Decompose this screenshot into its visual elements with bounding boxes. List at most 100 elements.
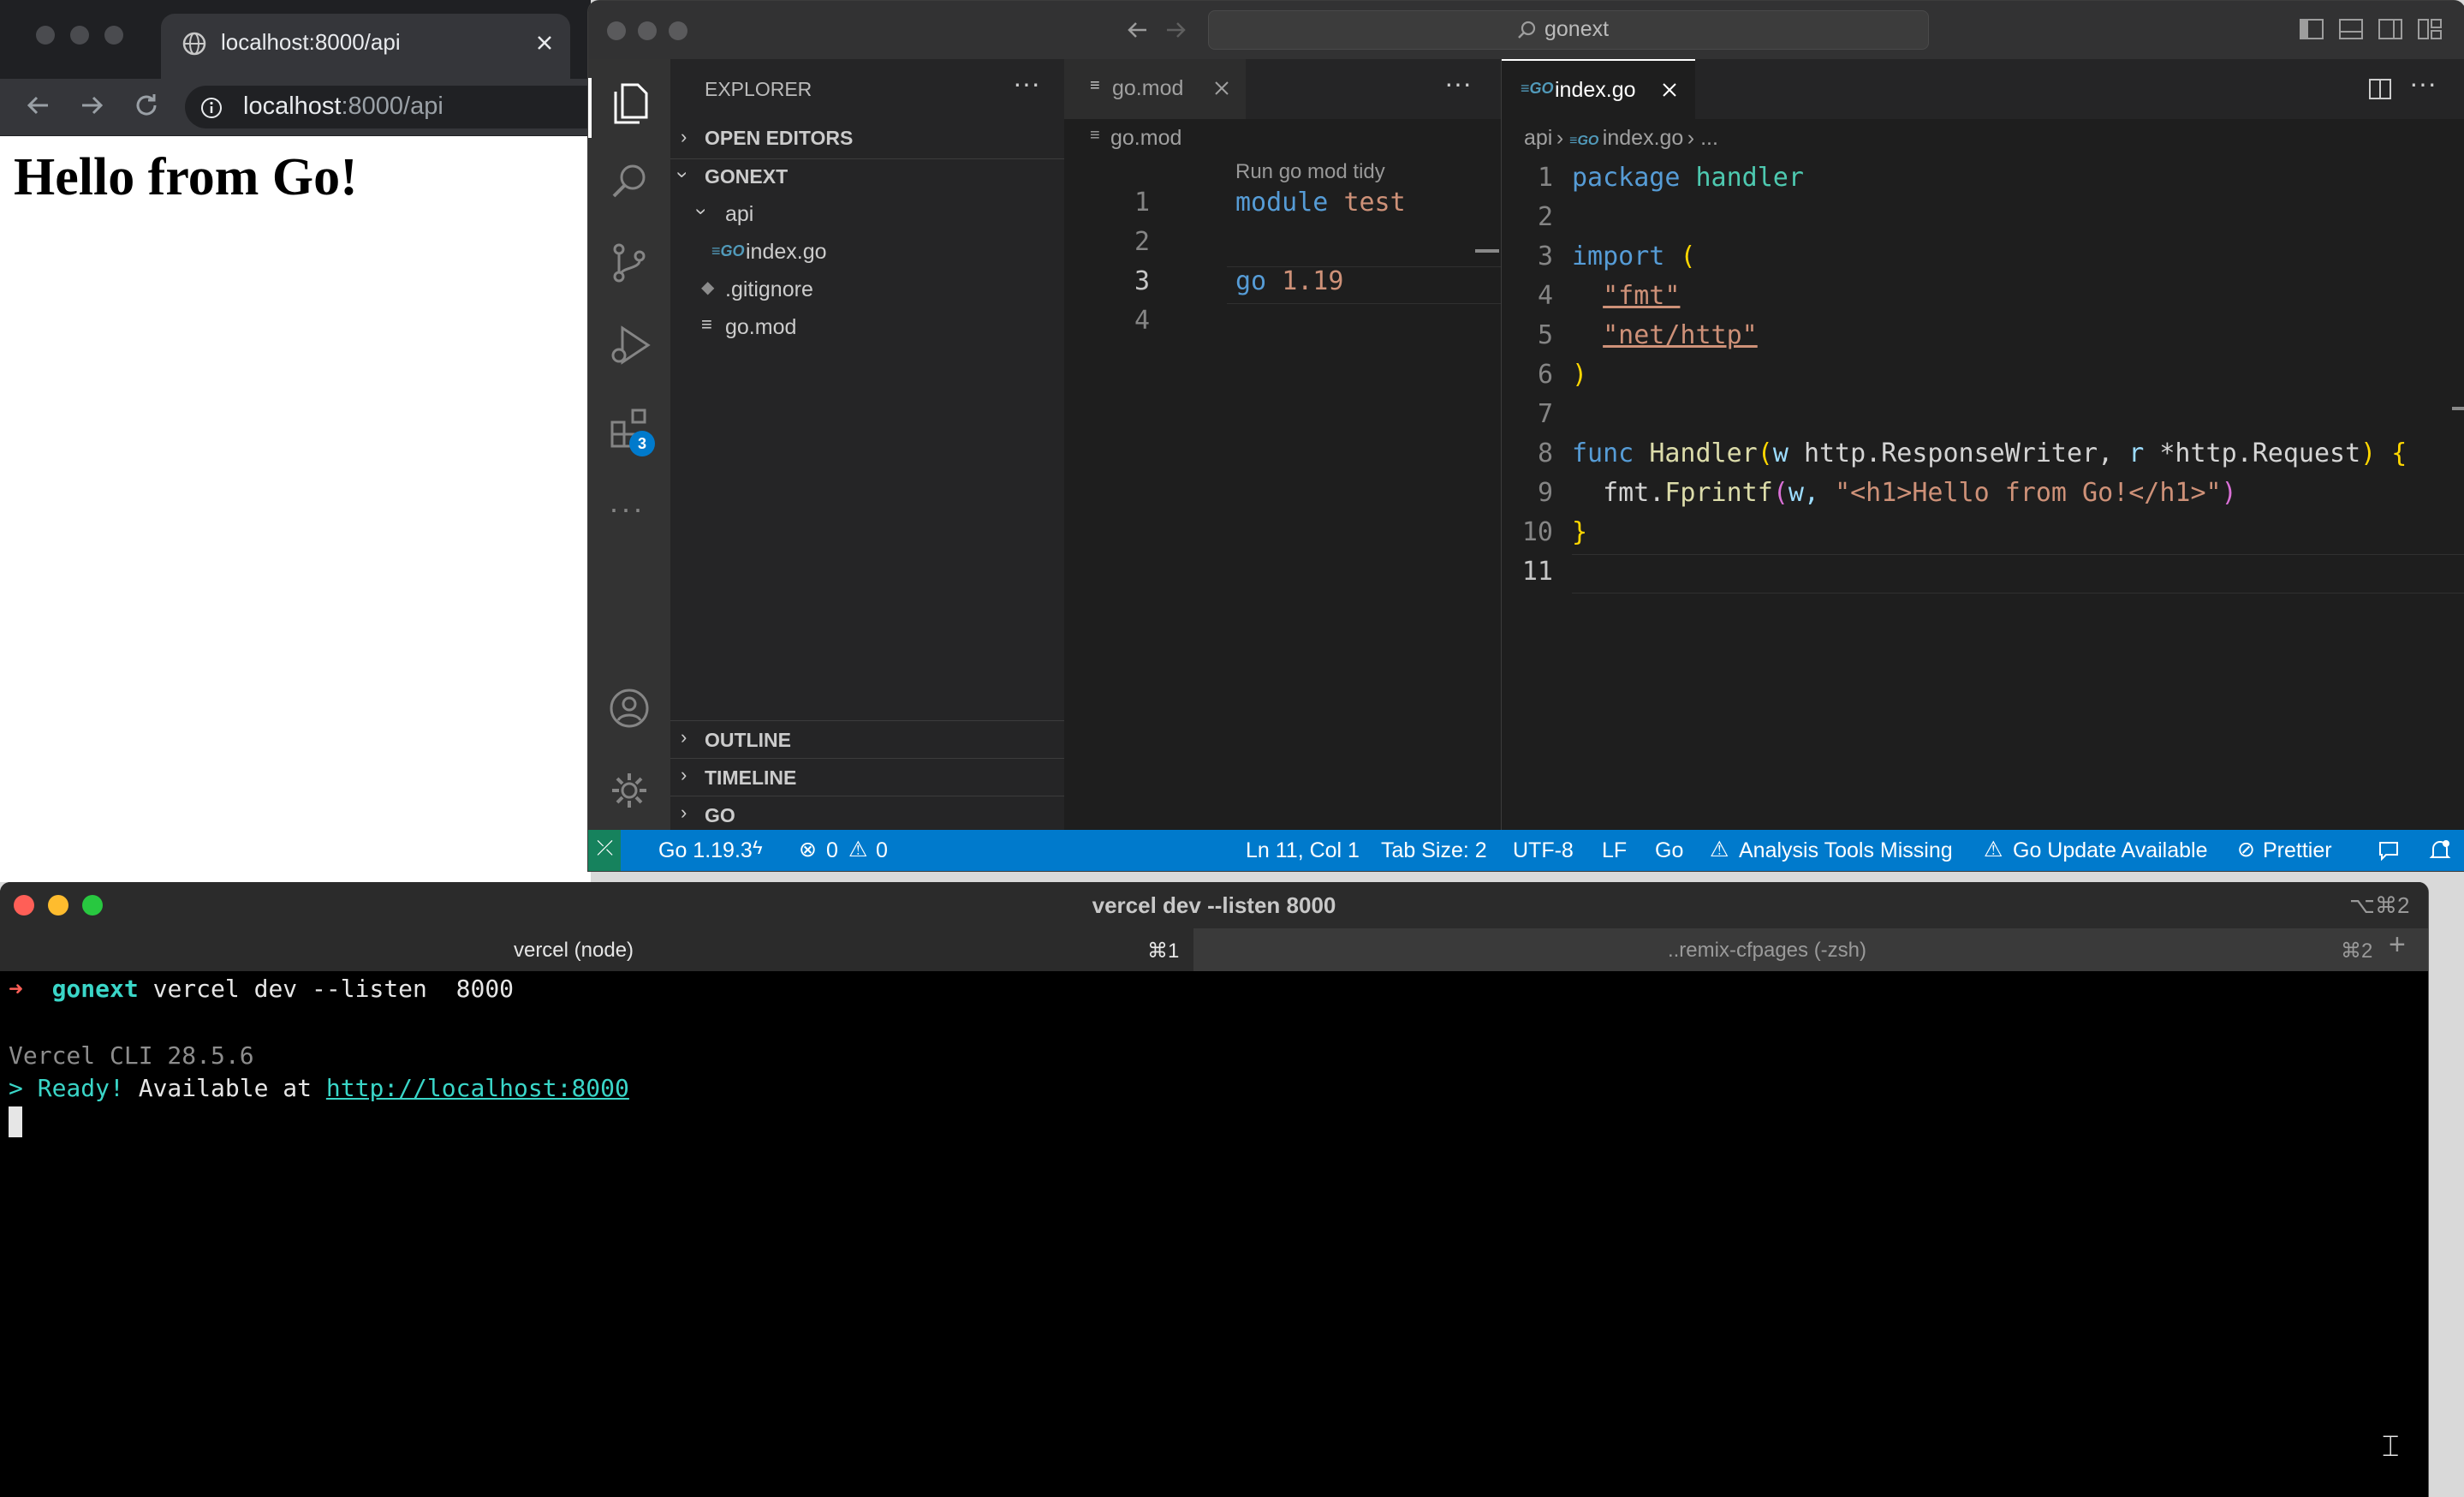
reload-icon[interactable] bbox=[132, 91, 161, 120]
go-update-status[interactable]: Go Update Available bbox=[2013, 838, 2207, 863]
code-line-3[interactable]: go 1.19 bbox=[1235, 266, 1343, 296]
prettier-status[interactable]: Prettier bbox=[2263, 838, 2332, 863]
chevron-right-icon: › bbox=[681, 126, 687, 147]
go-version-status[interactable]: Go 1.19.3 bbox=[658, 838, 753, 863]
analysis-tools-status[interactable]: Analysis Tools Missing bbox=[1739, 838, 1953, 863]
nav-forward-icon[interactable] bbox=[1164, 18, 1187, 42]
feedback-icon[interactable] bbox=[2378, 840, 2400, 861]
localhost-link[interactable]: http://localhost:8000 bbox=[326, 1074, 629, 1102]
line-endings[interactable]: LF bbox=[1602, 838, 1627, 863]
back-arrow-icon[interactable] bbox=[24, 91, 53, 120]
explorer-more-icon[interactable]: ··· bbox=[1013, 68, 1040, 99]
error-icon: ⊗ bbox=[799, 838, 817, 862]
editor-group-gomod: ≡ go.mod ··· ≡ go.mod Run go mod tidy 1 … bbox=[1064, 59, 1501, 830]
new-tab-plus-icon[interactable]: + bbox=[2389, 928, 2406, 962]
info-icon[interactable] bbox=[200, 97, 223, 119]
browser-tab-title: localhost:8000/api bbox=[221, 29, 401, 55]
timeline-section[interactable]: › TIMELINE bbox=[670, 758, 1064, 795]
settings-gear-icon[interactable] bbox=[609, 770, 650, 811]
browser-tab[interactable]: localhost:8000/api bbox=[161, 14, 570, 79]
line-number: 4 bbox=[1134, 306, 1150, 336]
breadcrumb[interactable]: api › ≡GO index.go › ... bbox=[1524, 126, 1718, 151]
split-editor-icon[interactable] bbox=[2368, 78, 2392, 100]
file-lines-icon: ≡ bbox=[701, 313, 712, 335]
code-line-3[interactable]: import ( bbox=[1572, 242, 1696, 271]
close-tab-icon[interactable] bbox=[534, 33, 555, 53]
line-number: 1 bbox=[1134, 188, 1150, 218]
codelens-mod-tidy[interactable]: Run go mod tidy bbox=[1235, 160, 1385, 184]
window-zoom-button[interactable] bbox=[669, 21, 687, 40]
encoding[interactable]: UTF-8 bbox=[1513, 838, 1574, 863]
editor-more-icon[interactable]: ··· bbox=[1444, 68, 1472, 99]
tab-index-go[interactable]: ≡GO index.go bbox=[1502, 59, 1695, 121]
code-line-1[interactable]: module test bbox=[1235, 188, 1406, 218]
code-line-8[interactable]: func Handler(w http.ResponseWriter, r *h… bbox=[1572, 438, 2407, 468]
close-tab-icon[interactable] bbox=[1213, 80, 1230, 97]
source-control-icon[interactable] bbox=[609, 241, 650, 285]
toggle-sidebar-icon[interactable] bbox=[2299, 18, 2324, 40]
remote-indicator[interactable]: ⤫ bbox=[588, 830, 621, 871]
notifications-bell-icon[interactable] bbox=[2429, 838, 2451, 862]
terminal-tab-1[interactable]: vercel (node) ⌘1 bbox=[0, 928, 1193, 971]
project-section[interactable]: › GONEXT bbox=[670, 158, 1064, 194]
account-icon[interactable] bbox=[609, 688, 650, 729]
tree-item-go-mod[interactable]: ≡ go.mod bbox=[670, 309, 1064, 345]
address-bar[interactable]: localhost:8000/api bbox=[185, 86, 591, 128]
open-editors-section[interactable]: › OPEN EDITORS bbox=[670, 121, 1064, 155]
run-debug-icon[interactable] bbox=[609, 323, 653, 367]
code-line-9[interactable]: fmt.Fprintf(w, "<h1>Hello from Go!</h1>"… bbox=[1572, 478, 2237, 508]
tree-item-index-go[interactable]: ≡GO index.go bbox=[670, 234, 1064, 270]
cursor-position[interactable]: Ln 11, Col 1 bbox=[1246, 838, 1360, 863]
forward-arrow-icon[interactable] bbox=[77, 91, 106, 120]
tree-item-gitignore[interactable]: ◆ .gitignore bbox=[670, 271, 1064, 307]
terminal-tab-2[interactable]: ..remix-cfpages (-zsh) ⌘2 bbox=[1193, 928, 2384, 971]
code-line-6[interactable]: ) bbox=[1572, 360, 1587, 390]
tree-item-api[interactable]: › api bbox=[670, 196, 1064, 232]
minimap-indicator bbox=[2452, 407, 2464, 410]
warnings-count[interactable]: 0 bbox=[876, 838, 888, 863]
window-close-button[interactable] bbox=[36, 26, 55, 45]
page-heading: Hello from Go! bbox=[14, 148, 358, 206]
search-icon[interactable] bbox=[609, 160, 650, 201]
command-center-search[interactable]: gonext bbox=[1208, 10, 1929, 50]
outline-section[interactable]: › OUTLINE bbox=[670, 720, 1064, 757]
line-number: 7 bbox=[1537, 399, 1553, 429]
line-number: 1 bbox=[1537, 163, 1553, 193]
tab-go-mod[interactable]: ≡ go.mod bbox=[1064, 59, 1246, 119]
nav-back-icon[interactable] bbox=[1126, 18, 1150, 42]
language-mode[interactable]: Go bbox=[1655, 838, 1683, 863]
more-icon[interactable]: ··· bbox=[609, 491, 645, 527]
warning-icon: ⚠ bbox=[848, 838, 868, 862]
chevron-right-icon: › bbox=[681, 764, 687, 785]
terminal-title-shortcut: ⌥⌘2 bbox=[2349, 892, 2410, 918]
go-section[interactable]: › GO bbox=[670, 796, 1064, 831]
window-minimize-button[interactable] bbox=[638, 21, 657, 40]
customize-layout-icon[interactable] bbox=[2417, 18, 2443, 40]
breadcrumb[interactable]: go.mod bbox=[1110, 126, 1181, 151]
code-line-4[interactable]: "fmt" bbox=[1572, 281, 1680, 311]
gitignore-file-icon: ◆ bbox=[701, 278, 715, 297]
errors-count[interactable]: 0 bbox=[826, 838, 838, 863]
close-tab-icon[interactable] bbox=[1661, 81, 1678, 98]
window-minimize-button[interactable] bbox=[70, 26, 89, 45]
terminal-title: vercel dev --listen 8000 bbox=[1092, 892, 1336, 918]
terminal-cli-version: Vercel CLI 28.5.6 bbox=[9, 1041, 254, 1070]
chevron-right-icon: › bbox=[681, 802, 687, 823]
url-path: :8000/api bbox=[341, 92, 443, 120]
line-number: 6 bbox=[1537, 360, 1553, 390]
code-line-5[interactable]: "net/http" bbox=[1572, 320, 1758, 350]
code-line-10[interactable]: } bbox=[1572, 517, 1587, 547]
tab-size[interactable]: Tab Size: 2 bbox=[1381, 838, 1487, 863]
explorer-files-icon[interactable] bbox=[609, 81, 650, 126]
toggle-panel-icon[interactable] bbox=[2338, 18, 2364, 40]
file-lines-icon: ≡ bbox=[1090, 126, 1100, 145]
toggle-secondary-sidebar-icon[interactable] bbox=[2378, 18, 2403, 40]
terminal-prompt-line[interactable]: ➜ gonext vercel dev --listen 8000 bbox=[9, 975, 514, 1003]
code-line-1[interactable]: package handler bbox=[1572, 163, 1804, 193]
window-close-button[interactable] bbox=[607, 21, 626, 40]
activity-bar: 3 ··· bbox=[588, 59, 670, 830]
editor-more-icon[interactable]: ··· bbox=[2409, 68, 2437, 99]
window-zoom-button[interactable] bbox=[104, 26, 123, 45]
command-center-text: gonext bbox=[1544, 17, 1610, 41]
vscode-window: gonext 3 ··· EXPLORER ··· › OPEN EDITORS… bbox=[587, 0, 2464, 872]
